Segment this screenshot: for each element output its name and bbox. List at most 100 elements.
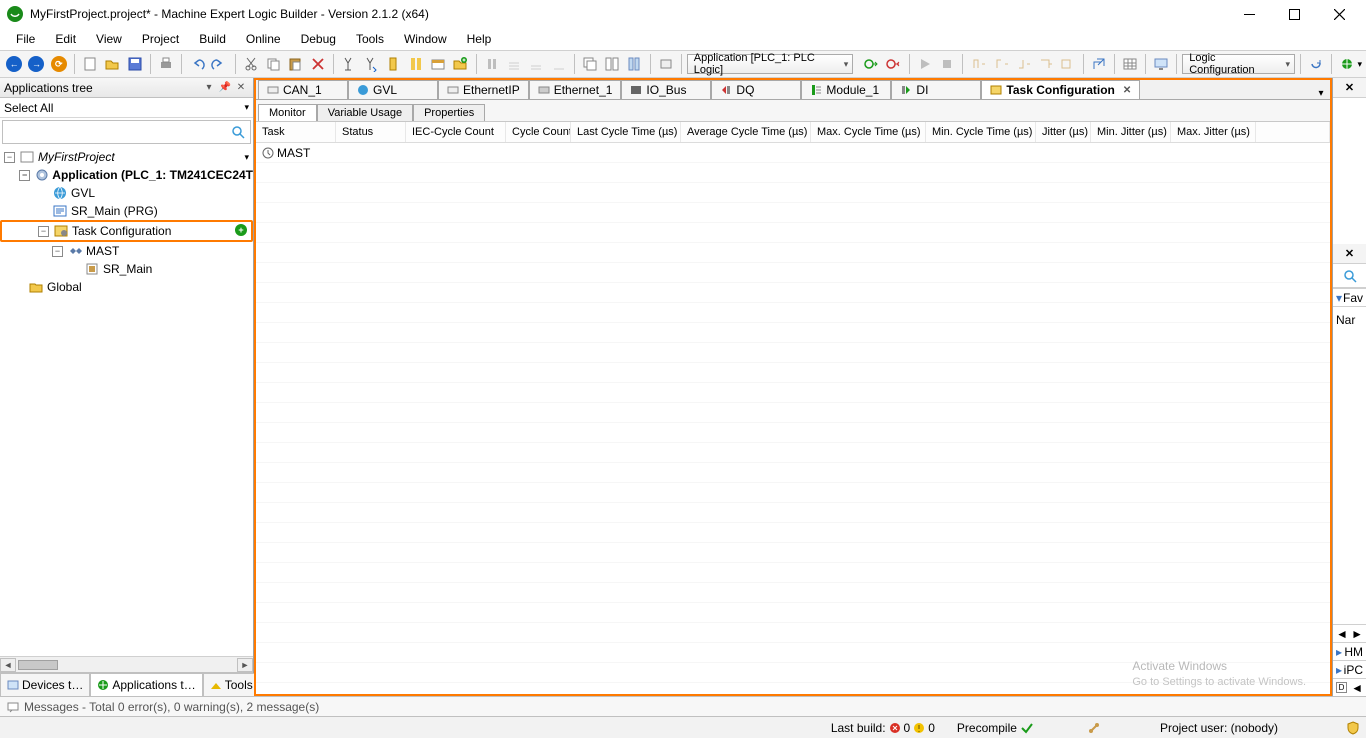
stop-button[interactable] [937, 53, 957, 75]
sub-tab-properties[interactable]: Properties [413, 104, 485, 121]
add-folder-button[interactable] [450, 53, 470, 75]
col-last-cycle[interactable]: Last Cycle Time (µs) [571, 122, 681, 142]
doc-tab-module1[interactable]: Module_1 [801, 80, 891, 99]
nav-back-button[interactable]: ← [4, 53, 24, 75]
window-tile-button[interactable] [602, 53, 622, 75]
grid-row-mast[interactable]: MAST [256, 143, 1330, 163]
collapse-icon[interactable]: − [38, 226, 49, 237]
debug-step5-button[interactable] [1057, 53, 1077, 75]
menu-online[interactable]: Online [236, 30, 291, 48]
open-button[interactable] [102, 53, 122, 75]
tree-global[interactable]: Global [0, 278, 253, 296]
config-combo[interactable]: Logic Configuration [1182, 54, 1295, 74]
add-badge-icon[interactable]: + [235, 224, 247, 236]
panel-selector[interactable]: Select All ▾ [0, 98, 253, 118]
sub-tab-variable-usage[interactable]: Variable Usage [317, 104, 413, 121]
menu-view[interactable]: View [86, 30, 132, 48]
cut-button[interactable] [241, 53, 261, 75]
col-max-cycle[interactable]: Max. Cycle Time (µs) [811, 122, 926, 142]
tree-gvl[interactable]: GVL [0, 184, 253, 202]
catalog-button[interactable] [624, 53, 644, 75]
print-button[interactable] [156, 53, 176, 75]
menu-help[interactable]: Help [457, 30, 502, 48]
doc-tab-can1[interactable]: CAN_1 [258, 80, 348, 99]
tree-mast[interactable]: − MAST [0, 242, 253, 260]
table-view-button[interactable] [1120, 53, 1140, 75]
menu-tools[interactable]: Tools [346, 30, 394, 48]
new-button[interactable] [80, 53, 100, 75]
collapse-icon[interactable]: − [52, 246, 63, 257]
col-cycle-count[interactable]: Cycle Count [506, 122, 571, 142]
tab-devices-tree[interactable]: Devices t… [0, 673, 90, 696]
right-d[interactable]: D◄ [1333, 678, 1366, 696]
delete-button[interactable] [307, 53, 327, 75]
bookmark-list-button[interactable] [406, 53, 426, 75]
undo-button[interactable] [187, 53, 207, 75]
doc-tab-task-configuration[interactable]: Task Configuration✕ [981, 80, 1140, 99]
col-max-jitter[interactable]: Max. Jitter (µs) [1171, 122, 1256, 142]
doc-tab-gvl[interactable]: GVL [348, 80, 438, 99]
right-nav[interactable]: ◄► [1333, 624, 1366, 642]
menu-build[interactable]: Build [189, 30, 236, 48]
tree-scrollbar[interactable]: ◄► [0, 656, 253, 672]
menu-file[interactable]: File [6, 30, 45, 48]
find-next-button[interactable] [361, 53, 381, 75]
col-jitter[interactable]: Jitter (µs) [1036, 122, 1091, 142]
doc-tab-iobus[interactable]: IO_Bus [621, 80, 711, 99]
step-into-button[interactable] [526, 53, 546, 75]
close-icon[interactable]: ✕ [1123, 85, 1131, 96]
tree-task-configuration[interactable]: − Task Configuration [2, 222, 251, 240]
debug-step4-button[interactable] [1035, 53, 1055, 75]
monitor-button[interactable] [1151, 53, 1171, 75]
right-close-button-2[interactable]: ✕ [1333, 244, 1366, 264]
menu-edit[interactable]: Edit [45, 30, 86, 48]
debug-step2-button[interactable] [990, 53, 1010, 75]
logout-button[interactable] [883, 53, 903, 75]
right-close-button[interactable]: ✕ [1333, 78, 1366, 98]
menu-project[interactable]: Project [132, 30, 189, 48]
right-hm[interactable]: ▸HM [1333, 642, 1366, 660]
right-ipc[interactable]: ▸iPC [1333, 660, 1366, 678]
sub-tab-monitor[interactable]: Monitor [258, 104, 317, 121]
doc-tab-ethernetip[interactable]: EthernetIP [438, 80, 529, 99]
search-icon[interactable] [230, 124, 246, 140]
device-button[interactable] [656, 53, 676, 75]
save-button[interactable] [124, 53, 144, 75]
panel-pin-button[interactable]: 📌 [217, 80, 233, 96]
panel-dropdown-button[interactable]: ▾ [201, 80, 217, 96]
paste-button[interactable] [285, 53, 305, 75]
step-over-button[interactable] [504, 53, 524, 75]
doc-tab-ethernet1[interactable]: Ethernet_1 [529, 80, 622, 99]
collapse-icon[interactable]: − [4, 152, 15, 163]
redo-button[interactable] [209, 53, 229, 75]
start-button[interactable] [914, 53, 934, 75]
external-button[interactable] [1089, 53, 1109, 75]
debug-step3-button[interactable] [1013, 53, 1033, 75]
refresh-button[interactable] [1306, 53, 1326, 75]
nav-fwd-button[interactable]: → [26, 53, 46, 75]
library-button[interactable] [428, 53, 448, 75]
tab-applications-tree[interactable]: Applications t… [90, 673, 202, 696]
col-avg-cycle[interactable]: Average Cycle Time (µs) [681, 122, 811, 142]
step-out-button[interactable] [548, 53, 568, 75]
panel-close-button[interactable]: ✕ [233, 80, 249, 96]
right-fav[interactable]: ▾Fav [1333, 288, 1366, 306]
doc-tab-dq[interactable]: DQ [711, 80, 801, 99]
col-min-jitter[interactable]: Min. Jitter (µs) [1091, 122, 1171, 142]
context-combo[interactable]: Application [PLC_1: PLC Logic] [687, 54, 854, 74]
menu-debug[interactable]: Debug [291, 30, 346, 48]
tree-root[interactable]: − MyFirstProject ▾ [0, 148, 253, 166]
col-status[interactable]: Status [336, 122, 406, 142]
right-search[interactable] [1333, 264, 1366, 288]
messages-bar[interactable]: Messages - Total 0 error(s), 0 warning(s… [0, 696, 1366, 716]
tree-sr-main[interactable]: SR_Main [0, 260, 253, 278]
col-min-cycle[interactable]: Min. Cycle Time (µs) [926, 122, 1036, 142]
debug-step1-button[interactable] [968, 53, 988, 75]
nav-home-button[interactable]: ⟳ [49, 53, 69, 75]
copy-button[interactable] [263, 53, 283, 75]
doc-tabs-dropdown[interactable]: ▾ [1312, 88, 1330, 99]
tree-application[interactable]: − Application (PLC_1: TM241CEC24T [0, 166, 253, 184]
window-cascade-button[interactable] [580, 53, 600, 75]
login-button[interactable] [861, 53, 881, 75]
col-task[interactable]: Task [256, 122, 336, 142]
